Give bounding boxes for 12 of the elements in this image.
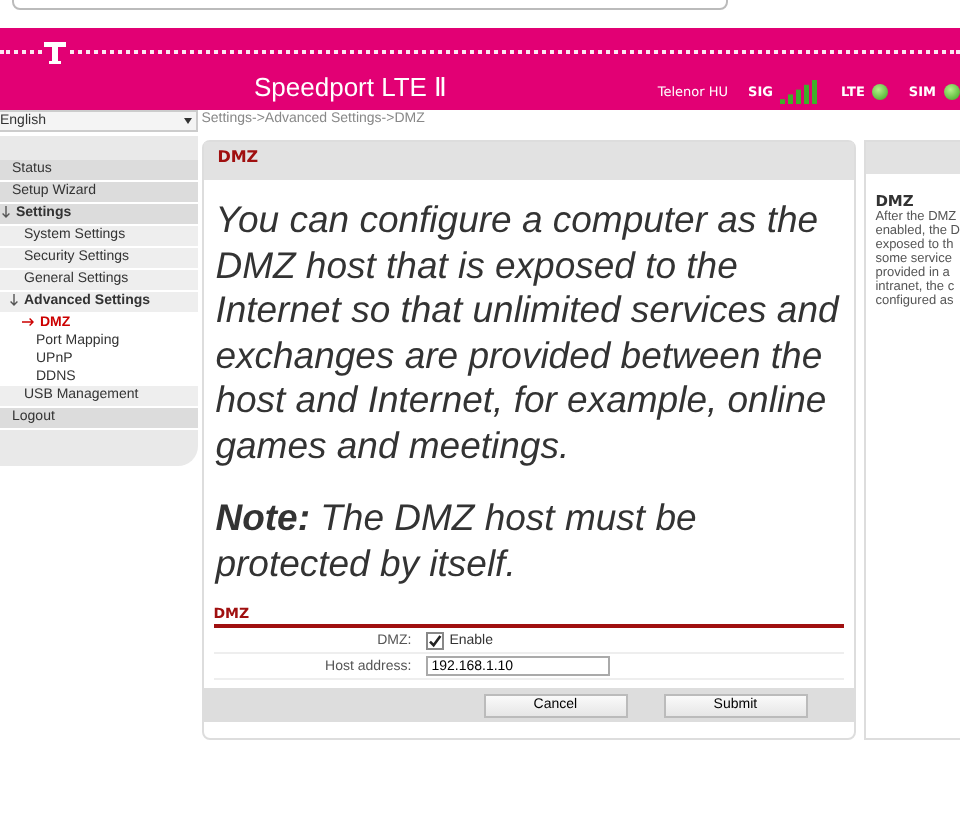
right-arrow-icon [22, 318, 34, 327]
note-text: Note: The DMZ host must be protected by itself. [215, 496, 699, 586]
status-led-icon [872, 84, 889, 100]
dropdown-caret-icon [183, 118, 192, 124]
panel-title: DMZ [203, 142, 854, 180]
status-led-icon [944, 84, 960, 100]
down-arrow-icon [2, 206, 10, 219]
product-name: Speedport LTE Ⅱ [254, 72, 447, 102]
down-arrow-icon [10, 294, 18, 307]
signal-icon [780, 80, 821, 104]
intro-text: You can configure a computer as the DMZ host that is exposed to the Internet so that unlimited services and exchanges are provided between the host and Internet, for example, online games and meetings. [215, 198, 842, 468]
enable-checkbox[interactable] [425, 631, 444, 649]
